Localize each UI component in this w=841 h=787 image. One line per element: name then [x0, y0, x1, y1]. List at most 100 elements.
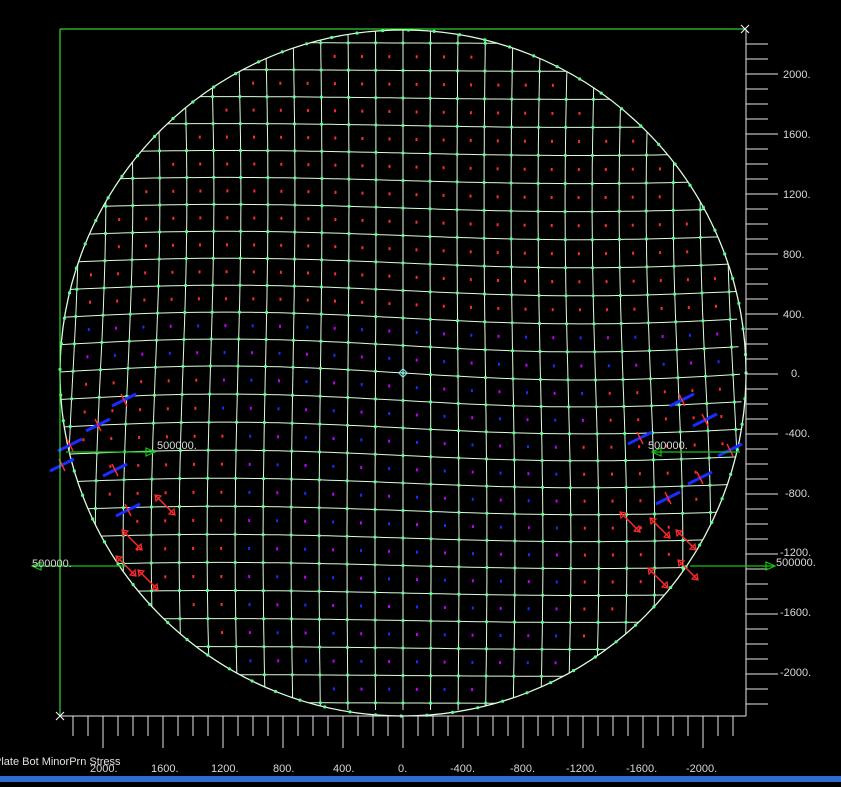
stress-marker [578, 308, 581, 312]
mesh-node [401, 288, 405, 293]
view-title: Plate Bot MinorPrn Stress [0, 756, 121, 768]
stress-marker [639, 526, 642, 530]
stress-marker [248, 462, 251, 466]
stress-marker [555, 526, 558, 530]
stress-marker [471, 470, 474, 474]
stress-marker [360, 687, 363, 691]
stress-marker [141, 352, 144, 356]
mesh-node [320, 231, 324, 235]
stress-marker [666, 471, 669, 475]
stress-marker [605, 139, 608, 143]
mesh-line [60, 365, 741, 381]
mesh-line [60, 393, 742, 408]
stress-marker [332, 631, 335, 635]
stress-marker [280, 162, 283, 166]
mesh-node [429, 482, 433, 486]
structure-view[interactable]: 500000. 500000. 500000. 500000. 2000. 16… [0, 0, 841, 782]
mesh-node [482, 292, 487, 296]
mesh-node [565, 322, 569, 326]
mesh-node [619, 321, 623, 326]
stress-marker [687, 306, 690, 309]
stress-marker [279, 108, 282, 112]
stress-marker [332, 659, 335, 663]
right-axis-label: -1200. [780, 547, 811, 559]
stress-marker [415, 358, 418, 362]
mesh-node [483, 97, 487, 101]
mesh-node [291, 365, 295, 369]
mesh-node [266, 176, 270, 180]
mesh-node [208, 364, 213, 368]
stress-marker [583, 499, 586, 503]
stress-marker [307, 190, 310, 194]
load-label-3: 500000. [32, 558, 72, 570]
mesh-node [512, 620, 517, 624]
stress-marker [550, 252, 553, 256]
mesh-node [347, 259, 351, 263]
stress-marker [249, 659, 252, 663]
mesh-node [317, 534, 321, 538]
mesh-node [617, 209, 621, 213]
stress-marker [388, 110, 391, 113]
mesh-node [75, 287, 79, 291]
mesh-node [184, 256, 188, 261]
mesh-node [320, 122, 324, 126]
stress-marker [140, 380, 143, 384]
mesh-node [731, 373, 735, 377]
mesh-node [374, 315, 378, 319]
mesh-node [373, 425, 377, 429]
mesh-node [429, 455, 433, 459]
mesh-node [623, 431, 627, 436]
stress-marker [361, 109, 364, 113]
mesh-node [590, 238, 594, 242]
mesh-node [374, 232, 378, 237]
stress-marker [276, 463, 279, 467]
mesh-node [713, 228, 717, 232]
stress-marker [253, 189, 256, 193]
mesh-node [510, 69, 514, 73]
stress-marker [388, 164, 391, 168]
stress-marker [658, 167, 661, 171]
stress-marker [444, 551, 446, 555]
stress-marker [388, 660, 391, 664]
model-viewport[interactable]: 500000. 500000. 500000. 500000. 2000. 16… [0, 0, 841, 782]
stress-marker [443, 496, 446, 500]
stress-marker [197, 297, 200, 301]
mesh-node [184, 149, 189, 153]
stress-marker [583, 526, 586, 530]
stress-marker [415, 413, 418, 417]
mesh-node [706, 429, 710, 433]
mesh-line [591, 30, 600, 711]
stress-marker [638, 472, 641, 476]
stress-marker [334, 190, 337, 194]
stress-marker [196, 351, 199, 355]
stress-marker [226, 189, 229, 193]
stress-marker [280, 189, 283, 193]
mesh-line [290, 30, 296, 710]
stress-marker [415, 440, 418, 444]
mesh-node [569, 593, 573, 598]
mesh-line [60, 15, 741, 16]
mesh-node [103, 259, 107, 263]
mesh-node [741, 327, 745, 331]
mesh-node [510, 293, 514, 297]
mesh-node [457, 456, 461, 460]
stress-marker [360, 382, 363, 386]
mesh-node [568, 486, 573, 490]
mesh-node [373, 397, 377, 401]
mesh-line [64, 284, 737, 297]
mesh-node [345, 423, 350, 427]
mesh-node [401, 398, 405, 403]
mesh-node [639, 124, 643, 128]
mesh-line [537, 30, 544, 711]
mesh-line [726, 30, 740, 711]
mesh-node [537, 97, 541, 101]
mesh-node [149, 561, 153, 565]
stress-marker [306, 352, 308, 356]
bottom-axis-label: 0. [398, 763, 407, 775]
stress-marker [555, 607, 558, 611]
stress-marker [635, 363, 638, 367]
stress-marker [415, 660, 418, 664]
mesh-line [483, 30, 488, 711]
mesh-node [672, 264, 676, 268]
mesh-node [525, 691, 529, 695]
